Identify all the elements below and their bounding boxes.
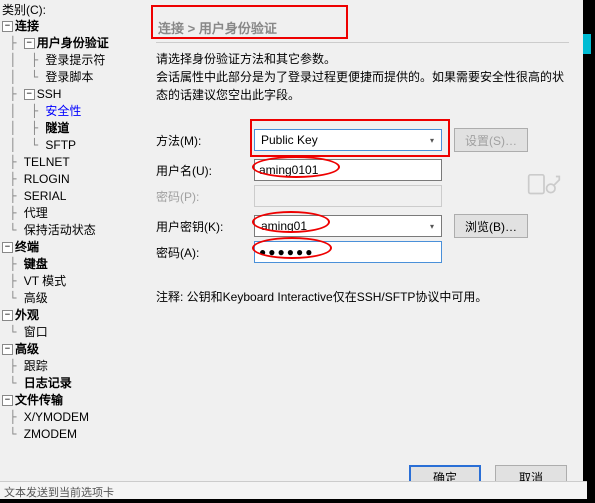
method-combo[interactable]: Public Key ▾ [254, 129, 442, 151]
desc-line2: 会话属性中此部分是为了登录过程更便捷而提供的。如果需要安全性很高的状态的话建议您… [156, 68, 569, 104]
note-text: 注释: 公钥和Keyboard Interactive仅在SSH/SFTP协议中… [156, 288, 487, 305]
tree-serial[interactable]: ├ SERIAL [2, 188, 142, 205]
tree-ssh[interactable]: ├ −SSH [2, 86, 142, 103]
tree-connection[interactable]: −连接 [2, 18, 142, 35]
tree-login-prompt[interactable]: │ ├ 登录提示符 [2, 52, 142, 69]
label-method: 方法(M): [156, 132, 254, 149]
label-userkey: 用户密钥(K): [156, 218, 254, 235]
tree-label: 文件传输 [15, 392, 63, 409]
browse-button[interactable]: 浏览(B)… [454, 214, 528, 238]
label-password: 密码(P): [156, 188, 254, 205]
tree-xy[interactable]: ├ X/YMODEM [2, 409, 142, 426]
tree-filetransfer[interactable]: −文件传输 [2, 392, 142, 409]
status-bar: 文本发送到当前选项卡 [0, 481, 587, 499]
tree-adv-t[interactable]: └ 高级 [2, 290, 142, 307]
settings-button[interactable]: 设置(S)… [454, 128, 528, 152]
tree-label: 键盘 [24, 256, 48, 273]
tree-label: ZMODEM [24, 426, 77, 443]
decoration-cyan [583, 34, 591, 54]
row-keypass: 密码(A): ●●●●●● [156, 240, 569, 264]
tree-sftp[interactable]: │ └ SFTP [2, 137, 142, 154]
tree-label: 终端 [15, 239, 39, 256]
minus-icon[interactable]: − [2, 344, 13, 355]
tree-login-script[interactable]: │ └ 登录脚本 [2, 69, 142, 86]
row-userkey: 用户密钥(K): aming01 ▾ 浏览(B)… [156, 214, 569, 238]
tree-security[interactable]: │ ├ 安全性 [2, 103, 142, 120]
tree-label: 隧道 [45, 120, 69, 137]
chevron-down-icon: ▾ [423, 130, 441, 150]
category-label: 类别(C): [2, 1, 46, 18]
tree-keyboard[interactable]: ├ 键盘 [2, 256, 142, 273]
tree-label: 安全性 [45, 103, 81, 120]
tree-label: 外观 [15, 307, 39, 324]
password-input [254, 185, 442, 207]
tree-trace[interactable]: ├ 跟踪 [2, 358, 142, 375]
settings-panel: 连接 > 用户身份验证 请选择身份验证方法和其它参数。 会话属性中此部分是为了登… [148, 0, 577, 455]
userkey-value: aming01 [261, 219, 307, 233]
breadcrumb: 连接 > 用户身份验证 [156, 14, 348, 40]
tree-label: 高级 [15, 341, 39, 358]
tree-label: X/YMODEM [24, 409, 89, 426]
tree-label: 跟踪 [24, 358, 48, 375]
key-icon [527, 170, 561, 200]
tree-rlogin[interactable]: ├ RLOGIN [2, 171, 142, 188]
minus-icon[interactable]: − [2, 242, 13, 253]
method-value: Public Key [261, 133, 318, 147]
tree-z[interactable]: └ ZMODEM [2, 426, 142, 443]
tree-proxy[interactable]: ├ 代理 [2, 205, 142, 222]
divider [156, 42, 569, 43]
tree-auth[interactable]: ├ −用户身份验证 [2, 35, 142, 52]
minus-icon[interactable]: − [2, 21, 13, 32]
tree-label: RLOGIN [24, 171, 70, 188]
tree-label: SFTP [45, 137, 76, 154]
keypass-input[interactable]: ●●●●●● [254, 241, 442, 263]
tree-vt[interactable]: ├ VT 模式 [2, 273, 142, 290]
tree-terminal[interactable]: −终端 [2, 239, 142, 256]
tree-logging[interactable]: └ 日志记录 [2, 375, 142, 392]
minus-icon[interactable]: − [2, 395, 13, 406]
username-value: aming0101 [259, 163, 318, 177]
tree-label: 连接 [15, 18, 39, 35]
tree-label: 登录提示符 [45, 52, 105, 69]
userkey-combo[interactable]: aming01 ▾ [254, 215, 442, 237]
keypass-value: ●●●●●● [259, 245, 315, 259]
tree-tunnel[interactable]: │ ├ 隧道 [2, 120, 142, 137]
label-keypass: 密码(A): [156, 244, 254, 261]
minus-icon[interactable]: − [24, 38, 35, 49]
tree-keepalive[interactable]: └ 保持活动状态 [2, 222, 142, 239]
row-password: 密码(P): [156, 184, 569, 208]
chevron-down-icon: ▾ [423, 216, 441, 236]
tree-label: VT 模式 [24, 273, 66, 290]
minus-icon[interactable]: − [24, 89, 35, 100]
category-tree[interactable]: −连接 ├ −用户身份验证 │ ├ 登录提示符 │ └ 登录脚本 ├ −SSH … [2, 18, 142, 459]
tree-label: 保持活动状态 [24, 222, 96, 239]
description: 请选择身份验证方法和其它参数。 会话属性中此部分是为了登录过程更便捷而提供的。如… [156, 50, 569, 104]
dialog-window: 类别(C): −连接 ├ −用户身份验证 │ ├ 登录提示符 │ └ 登录脚本 … [0, 0, 595, 503]
tree-label: SSH [37, 86, 62, 103]
tree-label: TELNET [24, 154, 70, 171]
row-username: 用户名(U): aming0101 [156, 158, 569, 182]
tree-label: 日志记录 [24, 375, 72, 392]
label-username: 用户名(U): [156, 162, 254, 179]
tree-label: 窗口 [24, 324, 48, 341]
tree-label: 登录脚本 [45, 69, 93, 86]
row-method: 方法(M): Public Key ▾ 设置(S)… [156, 128, 569, 152]
tree-label: SERIAL [24, 188, 67, 205]
tree-telnet[interactable]: ├ TELNET [2, 154, 142, 171]
minus-icon[interactable]: − [2, 310, 13, 321]
tree-advanced[interactable]: −高级 [2, 341, 142, 358]
desc-line1: 请选择身份验证方法和其它参数。 [156, 50, 569, 68]
decoration-black-right [583, 50, 591, 499]
tree-appearance[interactable]: −外观 [2, 307, 142, 324]
tree-label: 代理 [24, 205, 48, 222]
tree-window[interactable]: └ 窗口 [2, 324, 142, 341]
tree-label: 用户身份验证 [37, 35, 109, 52]
tree-label: 高级 [24, 290, 48, 307]
username-input[interactable]: aming0101 [254, 159, 442, 181]
